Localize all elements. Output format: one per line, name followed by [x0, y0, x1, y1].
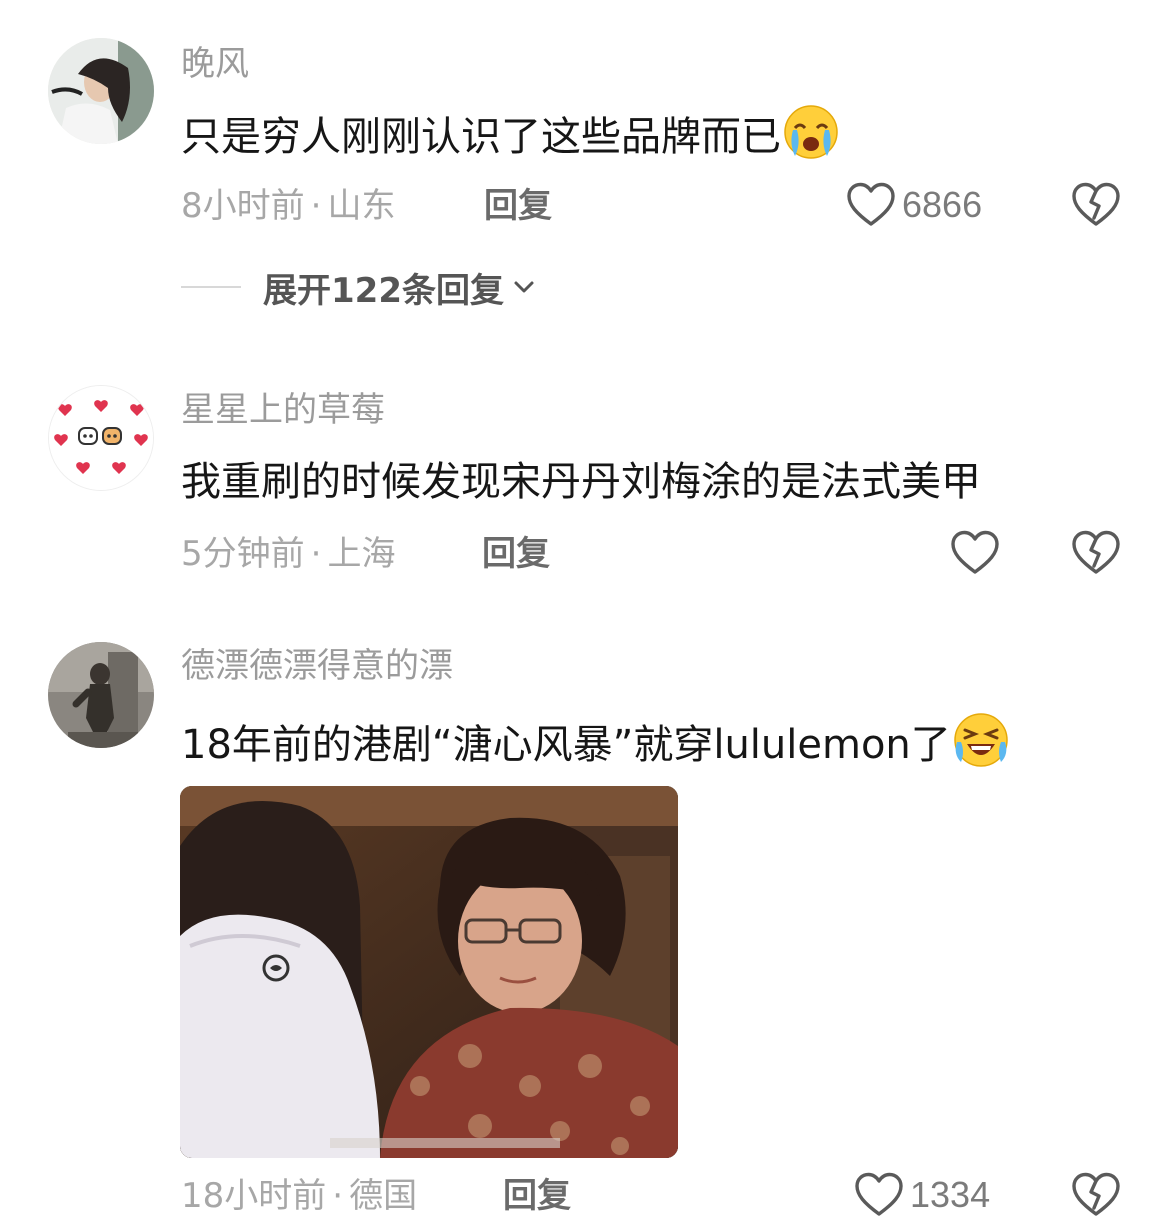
crying-face-emoji [783, 104, 839, 160]
like-button[interactable] [950, 528, 1006, 578]
comment-time: 18小时前 [181, 1176, 327, 1216]
heart-icon [847, 182, 895, 226]
broken-heart-icon [1072, 530, 1120, 574]
dislike-button[interactable] [1072, 530, 1120, 578]
comment-meta: 8小时前 · 山东 [181, 184, 395, 228]
reply-button[interactable]: 回复 [482, 532, 550, 576]
rolling-laughing-emoji [953, 712, 1009, 768]
expand-replies-label: 展开122条回复 [263, 270, 504, 311]
expand-divider [181, 286, 241, 288]
avatar[interactable] [48, 385, 154, 491]
comment-text: 只是穷人刚刚认识了这些品牌而已 [181, 104, 839, 163]
avatar[interactable] [48, 642, 154, 748]
meta-separator: · [310, 186, 322, 226]
username[interactable]: 德漂德漂得意的漂 [181, 646, 453, 686]
meta-separator: · [310, 534, 322, 574]
comment-time: 8小时前 [181, 186, 305, 226]
like-count: 1334 [910, 1174, 991, 1215]
username[interactable]: 星星上的草莓 [181, 390, 385, 430]
comment-text-content: 18年前的港剧“溏心风暴”就穿lululemon了 [181, 722, 951, 768]
comment-image[interactable] [180, 786, 678, 1158]
comment-location: 德国 [349, 1176, 418, 1216]
broken-heart-icon [1072, 1172, 1120, 1216]
heart-icon [951, 530, 999, 574]
username[interactable]: 晚风 [181, 44, 249, 84]
comment-time: 5分钟前 [181, 534, 305, 574]
like-button[interactable]: 6866 [846, 180, 982, 230]
meta-separator: · [332, 1176, 344, 1216]
dislike-button[interactable] [1072, 182, 1120, 230]
comment-location: 山东 [327, 186, 396, 226]
reply-button[interactable]: 回复 [484, 184, 552, 228]
like-button[interactable]: 1334 [854, 1170, 990, 1220]
comment-text: 18年前的港剧“溏心风暴”就穿lululemon了 [181, 712, 1009, 771]
comment-location: 上海 [327, 534, 396, 574]
dislike-button[interactable] [1072, 1172, 1120, 1220]
comment-meta: 5分钟前 · 上海 [181, 532, 395, 576]
reply-button[interactable]: 回复 [503, 1174, 571, 1218]
comment-meta: 18小时前 · 德国 [181, 1174, 417, 1218]
chevron-down-icon [514, 281, 534, 293]
comment-text: 我重刷的时候发现宋丹丹刘梅涂的是法式美甲 [181, 459, 981, 505]
broken-heart-icon [1072, 182, 1120, 226]
like-count: 6866 [902, 184, 983, 225]
comment-text-content: 只是穷人刚刚认识了这些品牌而已 [181, 114, 781, 160]
heart-icon [855, 1172, 903, 1216]
avatar[interactable] [48, 38, 154, 144]
expand-replies-button[interactable]: 展开122条回复 [181, 264, 538, 311]
